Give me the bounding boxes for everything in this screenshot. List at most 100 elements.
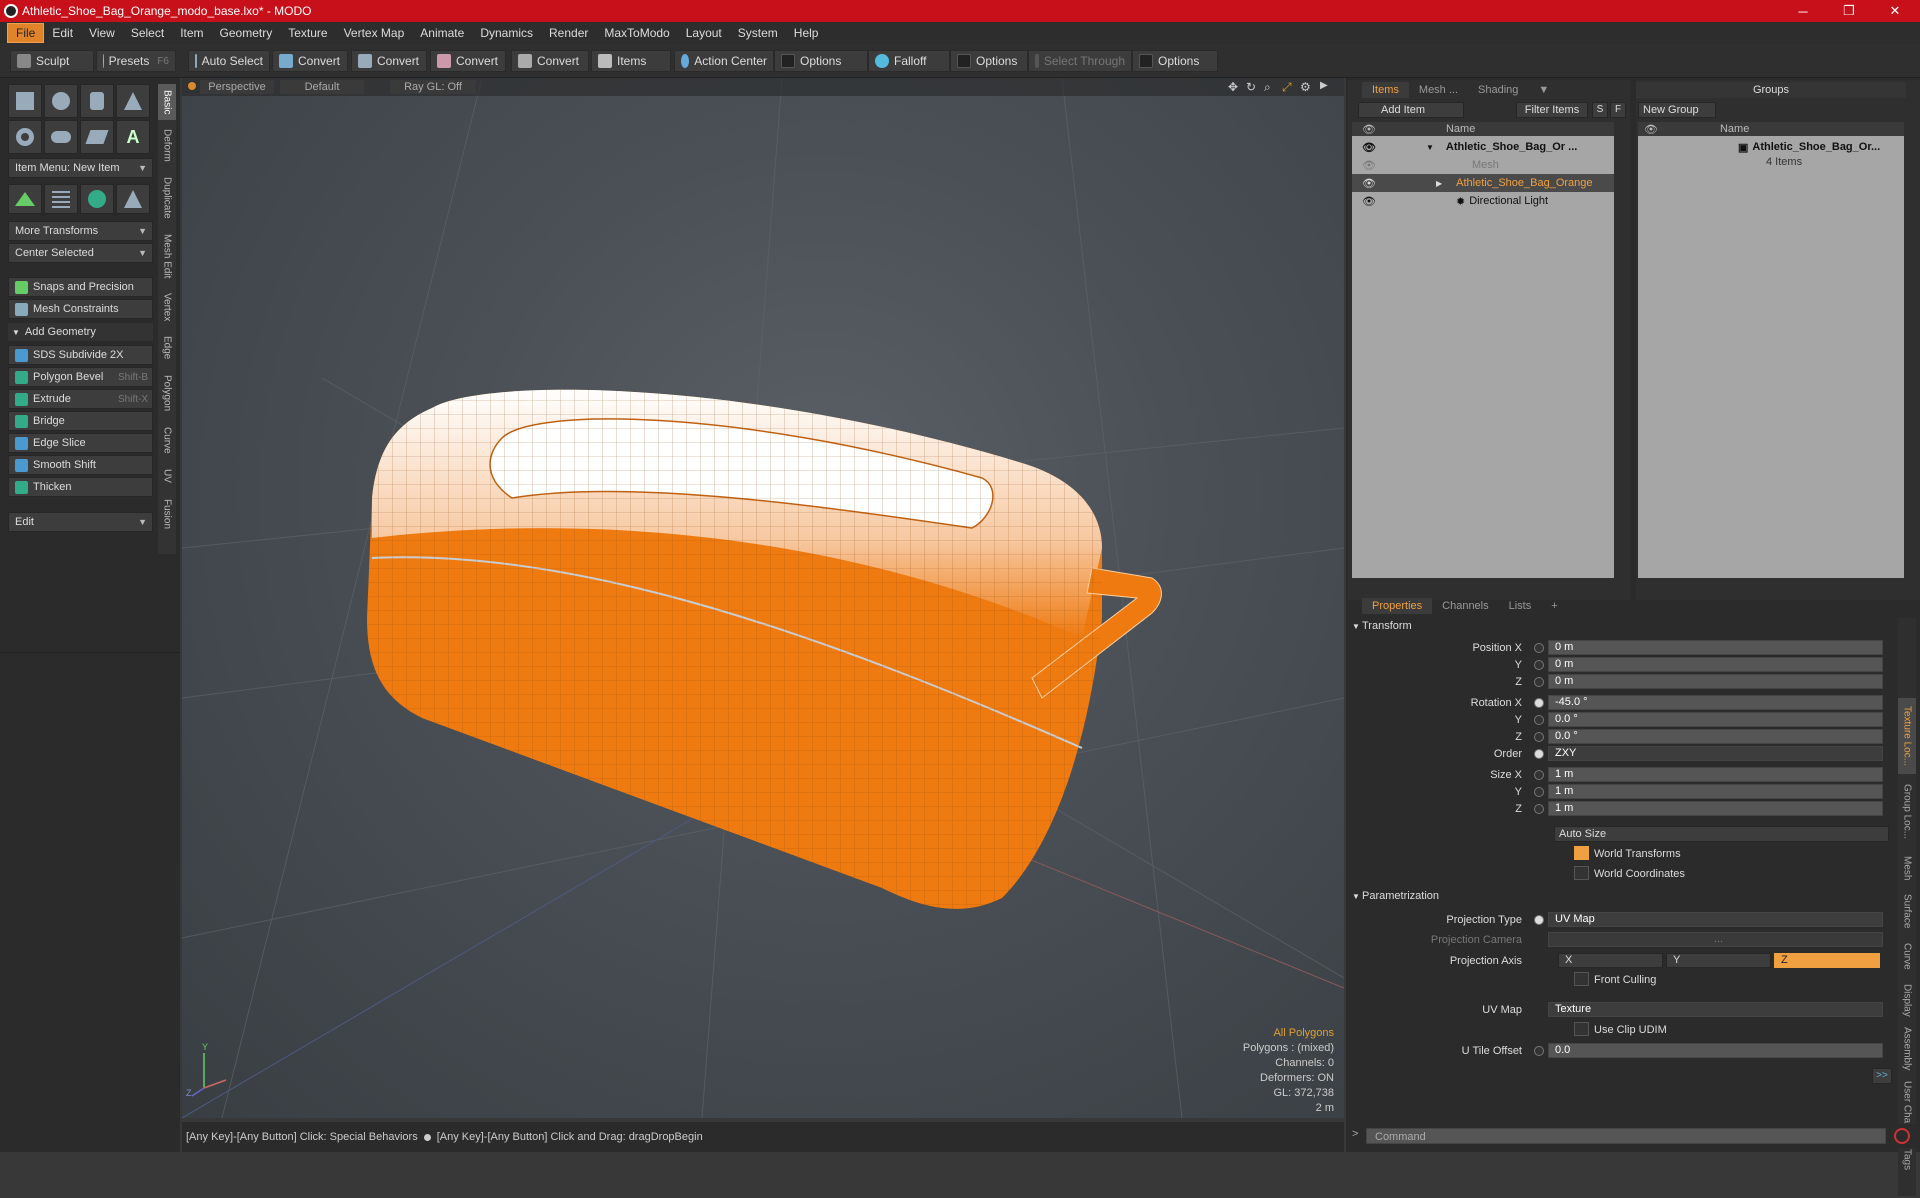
eye-icon[interactable]: 👁 bbox=[1362, 195, 1376, 208]
item-row-mesh[interactable]: 👁 Mesh bbox=[1352, 156, 1614, 174]
tab-polygon[interactable]: Polygon bbox=[158, 368, 176, 418]
raygl-button[interactable]: Ray GL: Off bbox=[390, 80, 476, 94]
tab-mesh[interactable]: Mesh ... bbox=[1409, 82, 1468, 98]
cylinder-primitive-icon[interactable] bbox=[80, 84, 114, 118]
capsule-primitive-icon[interactable] bbox=[44, 120, 78, 154]
projection-camera-dropdown[interactable]: ... bbox=[1548, 932, 1883, 947]
menu-help[interactable]: Help bbox=[786, 24, 827, 42]
position-z-field[interactable]: 0 m bbox=[1548, 674, 1883, 689]
menu-system[interactable]: System bbox=[730, 24, 786, 42]
world-transforms-checkbox[interactable] bbox=[1574, 846, 1589, 860]
axis-x-button[interactable]: X bbox=[1558, 953, 1663, 968]
expand-arrow-icon[interactable]: ▶ bbox=[1436, 179, 1442, 188]
torus-primitive-icon[interactable] bbox=[8, 120, 42, 154]
tab-group-locator[interactable]: Group Loc... bbox=[1898, 776, 1916, 848]
use-clip-udim-checkbox[interactable] bbox=[1574, 1022, 1589, 1036]
tab-shading[interactable]: Shading bbox=[1468, 82, 1528, 98]
front-culling-checkbox[interactable] bbox=[1574, 972, 1589, 986]
record-icon[interactable] bbox=[1894, 1128, 1910, 1144]
gear-icon[interactable]: ⚙ bbox=[1300, 80, 1311, 94]
fit-icon[interactable]: ⤢ bbox=[1282, 80, 1292, 95]
expand-icon[interactable]: ▶ bbox=[1320, 80, 1328, 91]
rotate-icon[interactable]: ↻ bbox=[1246, 80, 1256, 94]
item-row-light[interactable]: 👁 ✹ Directional Light bbox=[1352, 192, 1614, 210]
rotation-x-field[interactable]: -45.0 ° bbox=[1548, 695, 1883, 710]
f-button[interactable]: F bbox=[1610, 102, 1626, 118]
pyramid-icon[interactable] bbox=[116, 184, 150, 214]
keyframe-icon[interactable] bbox=[1534, 659, 1544, 670]
new-group-button[interactable]: New Group bbox=[1638, 102, 1716, 118]
u-tile-offset-field[interactable]: 0.0 bbox=[1548, 1043, 1883, 1058]
tab-display[interactable]: Display bbox=[1898, 978, 1916, 1022]
presets-button[interactable]: Presets F6 bbox=[96, 50, 176, 72]
tab-uv[interactable]: UV bbox=[158, 462, 176, 490]
sds-subdivide-button[interactable]: SDS Subdivide 2X bbox=[8, 345, 153, 365]
keyframe-icon[interactable] bbox=[1534, 1045, 1544, 1056]
keyframe-icon[interactable] bbox=[1534, 714, 1544, 725]
bridge-button[interactable]: Bridge bbox=[8, 411, 153, 431]
menu-file[interactable]: File bbox=[7, 23, 45, 43]
world-coordinates-checkbox[interactable] bbox=[1574, 866, 1589, 880]
add-tab-icon[interactable]: + bbox=[1541, 598, 1567, 614]
more-transforms-dropdown[interactable]: More Transforms ▼ bbox=[8, 221, 153, 241]
edit-dropdown[interactable]: Edit ▼ bbox=[8, 512, 153, 532]
tab-texture-locator[interactable]: Texture Loc... bbox=[1898, 698, 1916, 774]
tabs-dropdown-icon[interactable]: ▼ bbox=[1528, 82, 1559, 98]
options-button-3[interactable]: Options bbox=[1132, 50, 1218, 72]
more-properties-button[interactable]: >> bbox=[1872, 1068, 1892, 1084]
tab-fusion[interactable]: Fusion bbox=[158, 492, 176, 536]
tab-lists[interactable]: Lists bbox=[1499, 598, 1542, 614]
tab-assembly[interactable]: Assembly bbox=[1898, 1024, 1916, 1074]
menu-view[interactable]: View bbox=[81, 24, 123, 42]
size-x-field[interactable]: 1 m bbox=[1548, 767, 1883, 782]
edge-slice-button[interactable]: Edge Slice bbox=[8, 433, 153, 453]
grid-icon[interactable] bbox=[44, 184, 78, 214]
eye-icon[interactable]: 👁 bbox=[1362, 141, 1376, 154]
parametrization-section-header[interactable]: ▼ Parametrization bbox=[1348, 888, 1908, 904]
globe-icon[interactable] bbox=[80, 184, 114, 214]
keyframe-icon[interactable] bbox=[1534, 676, 1544, 687]
filter-items-button[interactable]: Filter Items bbox=[1516, 102, 1588, 118]
eye-icon[interactable]: 👁 bbox=[1362, 177, 1376, 190]
locator-icon[interactable] bbox=[8, 184, 42, 214]
3d-viewport[interactable]: Y Z Perspective Default Ray GL: Off ✥ ↻ … bbox=[182, 78, 1344, 1118]
eye-icon[interactable]: 👁 bbox=[1644, 123, 1658, 136]
tab-vertex[interactable]: Vertex bbox=[158, 286, 176, 328]
axis-y-button[interactable]: Y bbox=[1666, 953, 1771, 968]
add-geometry-header[interactable]: ▼ Add Geometry bbox=[8, 323, 153, 341]
command-input[interactable]: Command bbox=[1366, 1128, 1886, 1144]
tab-deform[interactable]: Deform bbox=[158, 122, 176, 168]
menu-maxtomodo[interactable]: MaxToModo bbox=[596, 24, 677, 42]
keyframe-icon[interactable] bbox=[1534, 731, 1544, 742]
menu-vertex-map[interactable]: Vertex Map bbox=[336, 24, 413, 42]
keyframe-icon[interactable] bbox=[1534, 769, 1544, 780]
close-icon[interactable]: ✕ bbox=[1872, 0, 1918, 22]
tab-mesh[interactable]: Mesh bbox=[1898, 850, 1916, 886]
menu-render[interactable]: Render bbox=[541, 24, 596, 42]
menu-geometry[interactable]: Geometry bbox=[212, 24, 281, 42]
expand-arrow-icon[interactable]: ▼ bbox=[1426, 143, 1434, 152]
transform-section-header[interactable]: ▼ Transform bbox=[1348, 618, 1908, 634]
center-selected-dropdown[interactable]: Center Selected ▼ bbox=[8, 243, 153, 263]
falloff-button[interactable]: Falloff bbox=[868, 50, 950, 72]
tab-mesh-edit[interactable]: Mesh Edit bbox=[158, 228, 176, 284]
keyframe-icon[interactable] bbox=[1534, 697, 1544, 708]
menu-layout[interactable]: Layout bbox=[678, 24, 730, 42]
smooth-shift-button[interactable]: Smooth Shift bbox=[8, 455, 153, 475]
polygon-bevel-button[interactable]: Polygon Bevel Shift-B bbox=[8, 367, 153, 387]
restore-icon[interactable]: ❐ bbox=[1826, 0, 1872, 22]
viewport-menu-icon[interactable] bbox=[188, 82, 196, 90]
rotation-y-field[interactable]: 0.0 ° bbox=[1548, 712, 1883, 727]
projection-type-dropdown[interactable]: UV Map bbox=[1548, 912, 1883, 927]
cone-primitive-icon[interactable] bbox=[116, 84, 150, 118]
tab-properties[interactable]: Properties bbox=[1362, 598, 1433, 614]
rotation-z-field[interactable]: 0.0 ° bbox=[1548, 729, 1883, 744]
keyframe-icon[interactable] bbox=[1534, 803, 1544, 814]
text-primitive-icon[interactable]: A bbox=[116, 120, 150, 154]
sculpt-button[interactable]: Sculpt bbox=[10, 50, 94, 72]
add-item-button[interactable]: Add Item bbox=[1358, 102, 1464, 118]
cube-primitive-icon[interactable] bbox=[8, 84, 42, 118]
keyframe-icon[interactable] bbox=[1534, 748, 1544, 759]
options-button-1[interactable]: Options bbox=[774, 50, 868, 72]
menu-dynamics[interactable]: Dynamics bbox=[472, 24, 541, 42]
